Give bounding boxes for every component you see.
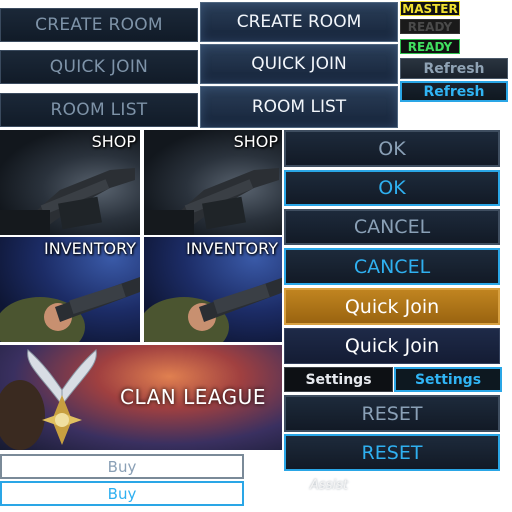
clan-league-banner[interactable]: CLAN LEAGUE [0, 345, 282, 450]
create-room-button-hover[interactable]: CREATE ROOM [200, 2, 398, 42]
quick-join-label: QUICK JOIN [251, 54, 347, 74]
reset-label: RESET [361, 402, 423, 425]
buy-label: Buy [107, 457, 137, 476]
shop-label: SHOP [233, 132, 278, 151]
quick-join-button-hover[interactable]: QUICK JOIN [200, 44, 398, 84]
ok-button-hover[interactable]: OK [284, 170, 500, 206]
cancel-label: CANCEL [353, 216, 431, 238]
room-list-label: ROOM LIST [251, 97, 347, 117]
refresh-button-hover[interactable]: Refresh [400, 81, 508, 102]
refresh-label: Refresh [423, 60, 485, 77]
cancel-label: CANCEL [353, 255, 431, 278]
inventory-label: INVENTORY [186, 239, 278, 258]
quick-join-label: Quick Join [344, 335, 440, 357]
master-label: MASTER [402, 1, 458, 16]
assist-label: Assist [310, 478, 348, 493]
shop-tile[interactable]: SHOP [0, 130, 140, 235]
room-list-button[interactable]: ROOM LIST [0, 93, 198, 127]
ok-label: OK [378, 177, 406, 199]
quick-join-label: QUICK JOIN [49, 57, 149, 77]
refresh-label: Refresh [423, 83, 485, 100]
quick-join-dark-button[interactable]: Quick Join [284, 328, 500, 364]
settings-button[interactable]: Settings [284, 367, 393, 392]
settings-label: Settings [414, 371, 482, 388]
inventory-label: INVENTORY [44, 239, 136, 258]
quick-join-label: Quick Join [344, 295, 440, 318]
create-room-button[interactable]: CREATE ROOM [0, 8, 198, 42]
ready-label: READY [407, 39, 453, 54]
room-list-label: ROOM LIST [50, 100, 148, 120]
cancel-button[interactable]: CANCEL [284, 209, 500, 245]
quick-join-gold-button[interactable]: Quick Join [284, 288, 500, 325]
clan-league-label: CLAN LEAGUE [120, 385, 266, 409]
create-room-label: CREATE ROOM [35, 15, 163, 35]
buy-button[interactable]: Buy [0, 454, 244, 479]
inventory-tile-hover[interactable]: INVENTORY [144, 237, 282, 342]
reset-button[interactable]: RESET [284, 395, 500, 432]
room-list-button-hover[interactable]: ROOM LIST [200, 86, 398, 128]
master-tag: MASTER [400, 1, 460, 16]
buy-label: Buy [107, 484, 137, 503]
ready-tag-active: READY [400, 39, 460, 54]
ok-button[interactable]: OK [284, 130, 500, 167]
inventory-tile[interactable]: INVENTORY [0, 237, 140, 342]
settings-label: Settings [305, 371, 372, 388]
shop-tile-hover[interactable]: SHOP [144, 130, 282, 235]
ready-tag-inactive: READY [400, 19, 460, 34]
reset-label: RESET [361, 441, 423, 464]
shop-label: SHOP [91, 132, 136, 151]
settings-button-hover[interactable]: Settings [394, 367, 502, 392]
cancel-button-hover[interactable]: CANCEL [284, 248, 500, 285]
reset-button-hover[interactable]: RESET [284, 434, 500, 471]
quick-join-button[interactable]: QUICK JOIN [0, 50, 198, 84]
ready-label: READY [407, 19, 453, 34]
refresh-button[interactable]: Refresh [400, 58, 508, 79]
ok-label: OK [378, 137, 406, 160]
buy-button-hover[interactable]: Buy [0, 481, 244, 506]
create-room-label: CREATE ROOM [236, 12, 362, 32]
